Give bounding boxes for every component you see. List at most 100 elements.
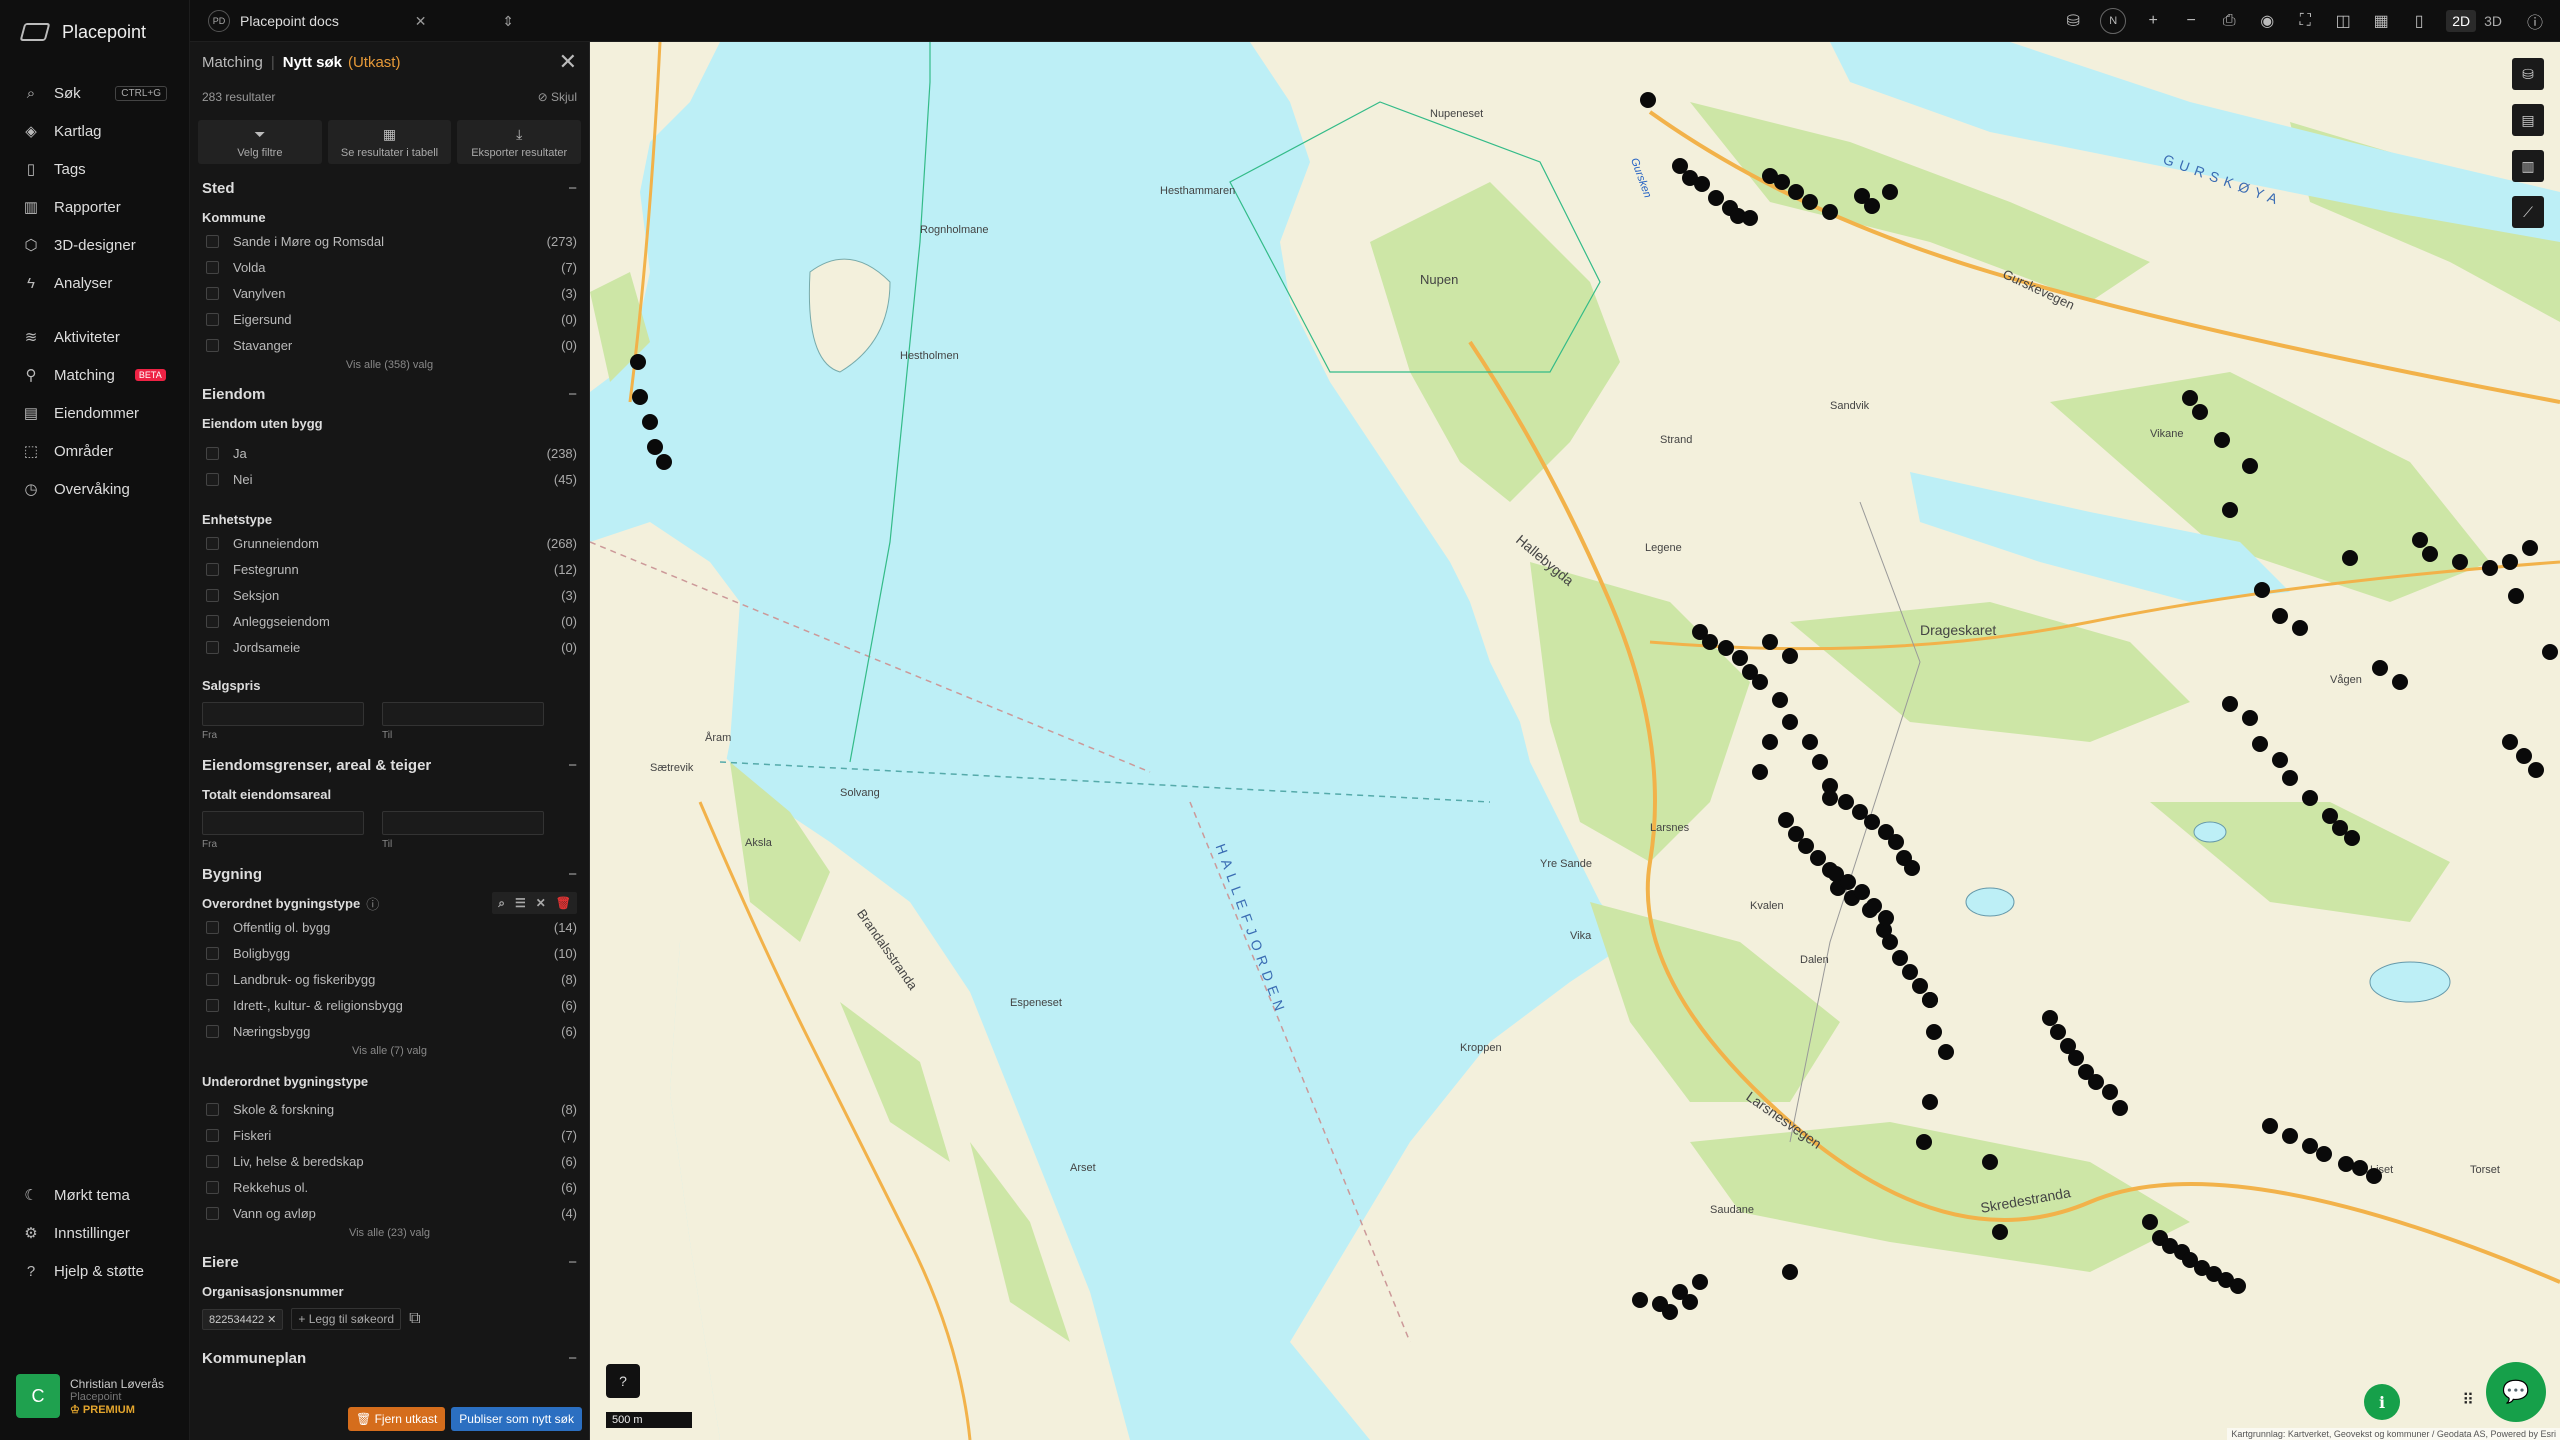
info-button[interactable]: i — [2364, 1384, 2400, 1420]
checkbox[interactable] — [206, 1154, 219, 1168]
result-marker[interactable] — [1822, 790, 1838, 806]
result-marker[interactable] — [1778, 812, 1794, 828]
result-marker[interactable] — [1926, 1024, 1942, 1040]
result-marker[interactable] — [2222, 696, 2238, 712]
search-icon[interactable]: ⌕ — [498, 896, 505, 911]
print-icon[interactable]: ⎙ — [2218, 12, 2240, 30]
result-marker[interactable] — [1682, 1294, 1698, 1310]
result-marker[interactable] — [2542, 644, 2558, 660]
result-marker[interactable] — [1982, 1154, 1998, 1170]
result-marker[interactable] — [1708, 190, 1724, 206]
result-marker[interactable] — [2292, 620, 2308, 636]
result-marker[interactable] — [1892, 950, 1908, 966]
checkbox[interactable] — [206, 1102, 219, 1116]
collapse-icon[interactable]: − — [568, 1254, 577, 1271]
filter-option[interactable]: Anleggseiendom (0) — [202, 608, 577, 634]
map-canvas[interactable]: HALLEFJORDEN GURSKØYA Hallebygda Dragesk… — [590, 42, 2560, 1440]
section-header[interactable]: Eiendomsgrenser, areal & teiger − — [202, 747, 577, 783]
filter-option[interactable]: Seksjon (3) — [202, 582, 577, 608]
checkbox[interactable] — [206, 1128, 219, 1142]
filter-option[interactable]: Eigersund (0) — [202, 306, 577, 332]
result-marker[interactable] — [2344, 830, 2360, 846]
nav-item-matching[interactable]: ⚲ Matching BETA — [0, 356, 189, 394]
publish-button[interactable]: Publiser som nytt søk — [451, 1407, 582, 1431]
chat-button[interactable]: 💬 — [2486, 1362, 2546, 1422]
result-marker[interactable] — [1922, 992, 1938, 1008]
result-marker[interactable] — [1922, 1094, 1938, 1110]
result-marker[interactable] — [2366, 1168, 2382, 1184]
filter-option[interactable]: Festegrunn (12) — [202, 556, 577, 582]
result-marker[interactable] — [1854, 884, 1870, 900]
filter-option[interactable]: Nei (45) — [202, 466, 577, 492]
result-marker[interactable] — [1788, 184, 1804, 200]
camera-icon[interactable]: ◫ — [2332, 11, 2354, 31]
nav-item-aktiviteter[interactable]: ≋ Aktiviteter — [0, 318, 189, 356]
result-marker[interactable] — [2272, 608, 2288, 624]
section-header[interactable]: Eiendom − — [202, 376, 577, 412]
checkbox[interactable] — [206, 920, 219, 934]
result-marker[interactable] — [1938, 1044, 1954, 1060]
result-marker[interactable] — [1882, 184, 1898, 200]
result-marker[interactable] — [2262, 1118, 2278, 1134]
result-marker[interactable] — [1662, 1304, 1678, 1320]
price-from-input[interactable] — [202, 702, 364, 726]
checkbox[interactable] — [206, 1024, 219, 1038]
show-all-link[interactable]: Vis alle (358) valg — [202, 358, 577, 376]
close-icon[interactable]: ✕ — [267, 1314, 276, 1326]
result-marker[interactable] — [1774, 174, 1790, 190]
remove-draft-button[interactable]: 🗑 Fjern utkast — [348, 1407, 446, 1431]
result-marker[interactable] — [1864, 814, 1880, 830]
bookmark-icon[interactable]: ▯ — [2408, 11, 2430, 31]
checkbox[interactable] — [206, 614, 219, 628]
result-marker[interactable] — [1802, 734, 1818, 750]
nav-item-rapporter[interactable]: ▥ Rapporter — [0, 188, 189, 226]
result-marker[interactable] — [2272, 752, 2288, 768]
result-marker[interactable] — [2282, 770, 2298, 786]
result-marker[interactable] — [1840, 874, 1856, 890]
result-marker[interactable] — [2302, 790, 2318, 806]
nav-item-eiendommer[interactable]: ▤ Eiendommer — [0, 394, 189, 432]
grid-icon[interactable]: ▦ — [2370, 11, 2392, 31]
result-marker[interactable] — [1718, 640, 1734, 656]
result-marker[interactable] — [1782, 1264, 1798, 1280]
result-marker[interactable] — [2422, 546, 2438, 562]
result-marker[interactable] — [2302, 1138, 2318, 1154]
help-circle-icon[interactable]: ⓘ — [366, 894, 379, 913]
result-marker[interactable] — [2352, 1160, 2368, 1176]
nav-item-help[interactable]: ? Hjelp & støtte — [0, 1252, 189, 1290]
fullscreen-icon[interactable]: ⛶ — [2294, 12, 2316, 30]
table-icon[interactable]: ▤ — [2512, 104, 2544, 136]
export-results-button[interactable]: ⤓ Eksporter resultater — [457, 120, 582, 164]
collapse-icon[interactable]: − — [568, 180, 577, 197]
nav-item-omrader[interactable]: ⬚ Områder — [0, 432, 189, 470]
result-marker[interactable] — [2242, 710, 2258, 726]
filter-option[interactable]: Rekkehus ol. (6) — [202, 1174, 577, 1200]
eye-icon[interactable]: ◉ — [2256, 11, 2278, 31]
result-marker[interactable] — [2222, 502, 2238, 518]
result-marker[interactable] — [1732, 650, 1748, 666]
checkbox[interactable] — [206, 588, 219, 602]
section-header[interactable]: Bygning − — [202, 856, 577, 892]
help-button[interactable]: ? — [606, 1364, 640, 1398]
info-icon[interactable]: ⓘ — [2524, 9, 2546, 33]
keyword-chip[interactable]: 822534422 ✕ — [202, 1308, 284, 1330]
result-marker[interactable] — [1772, 692, 1788, 708]
copy-icon[interactable]: ⧉ — [409, 1310, 420, 1328]
nav-item-tags[interactable]: ▯ Tags — [0, 150, 189, 188]
clear-icon[interactable]: ✕ — [536, 896, 546, 910]
result-marker[interactable] — [2282, 1128, 2298, 1144]
filter-option[interactable]: Ja (238) — [202, 440, 577, 466]
close-panel-icon[interactable]: ✕ — [559, 49, 577, 75]
result-marker[interactable] — [2528, 762, 2544, 778]
nav-item-3d-designer[interactable]: ⬡ 3D-designer — [0, 226, 189, 264]
result-marker[interactable] — [2112, 1100, 2128, 1116]
show-all-link[interactable]: Vis alle (7) valg — [202, 1044, 577, 1062]
add-keyword-button[interactable]: + Legg til søkeord — [291, 1308, 402, 1330]
result-marker[interactable] — [2522, 540, 2538, 556]
breadcrumb[interactable]: Matching — [202, 54, 263, 71]
section-header[interactable]: Kommuneplan − — [202, 1340, 577, 1376]
list-icon[interactable]: ☰ — [515, 896, 526, 910]
result-marker[interactable] — [2482, 560, 2498, 576]
result-marker[interactable] — [642, 414, 658, 430]
filter-option[interactable]: Vann og avløp (4) — [202, 1200, 577, 1226]
